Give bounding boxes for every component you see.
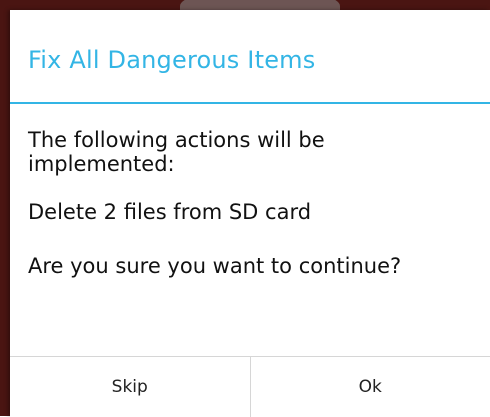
dialog-button-bar: Skip Ok	[10, 356, 490, 417]
skip-button[interactable]: Skip	[10, 357, 250, 417]
dialog-confirm-question: Are you sure you want to continue?	[28, 254, 468, 278]
fix-dangerous-items-dialog: Fix All Dangerous Items The following ac…	[10, 10, 490, 416]
dialog-message-intro: The following actions will be implemente…	[28, 128, 468, 176]
dialog-title: Fix All Dangerous Items	[28, 46, 315, 74]
dialog-body: The following actions will be implemente…	[28, 128, 468, 302]
ok-button[interactable]: Ok	[251, 357, 490, 417]
dialog-action-item: Delete 2 files from SD card	[28, 200, 468, 224]
dialog-header: Fix All Dangerous Items	[10, 10, 490, 104]
